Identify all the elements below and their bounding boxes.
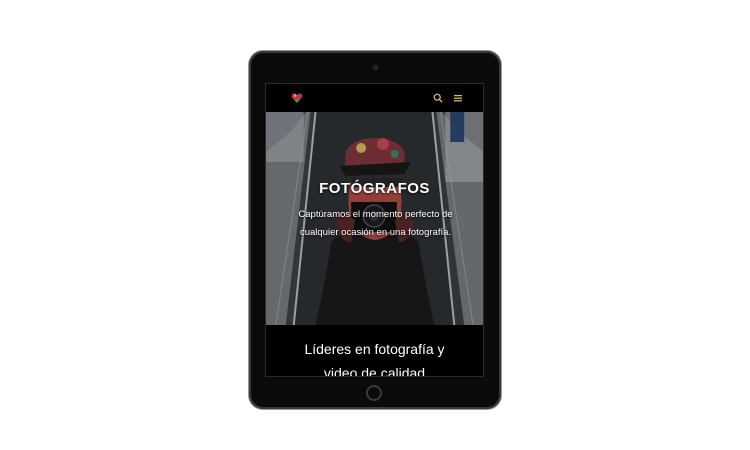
- search-icon[interactable]: [433, 93, 443, 103]
- section-heading: Líderes en fotografía y video de calidad: [304, 341, 445, 377]
- hamburger-menu-icon[interactable]: [453, 93, 463, 103]
- site-header: [266, 84, 483, 112]
- hero-description: Captúramos el momento perfecto de cualqu…: [298, 209, 453, 238]
- tablet-device-frame: FOTÓGRAFOS Captúramos el momento perfect…: [249, 51, 501, 409]
- home-button[interactable]: [366, 385, 382, 401]
- front-camera: [373, 65, 378, 70]
- website-screen: FOTÓGRAFOS Captúramos el momento perfect…: [265, 83, 484, 377]
- colorful-heart-logo-icon[interactable]: [291, 92, 303, 104]
- hero-title: FOTÓGRAFOS: [319, 180, 430, 197]
- hero-banner: FOTÓGRAFOS Captúramos el momento perfect…: [266, 112, 483, 325]
